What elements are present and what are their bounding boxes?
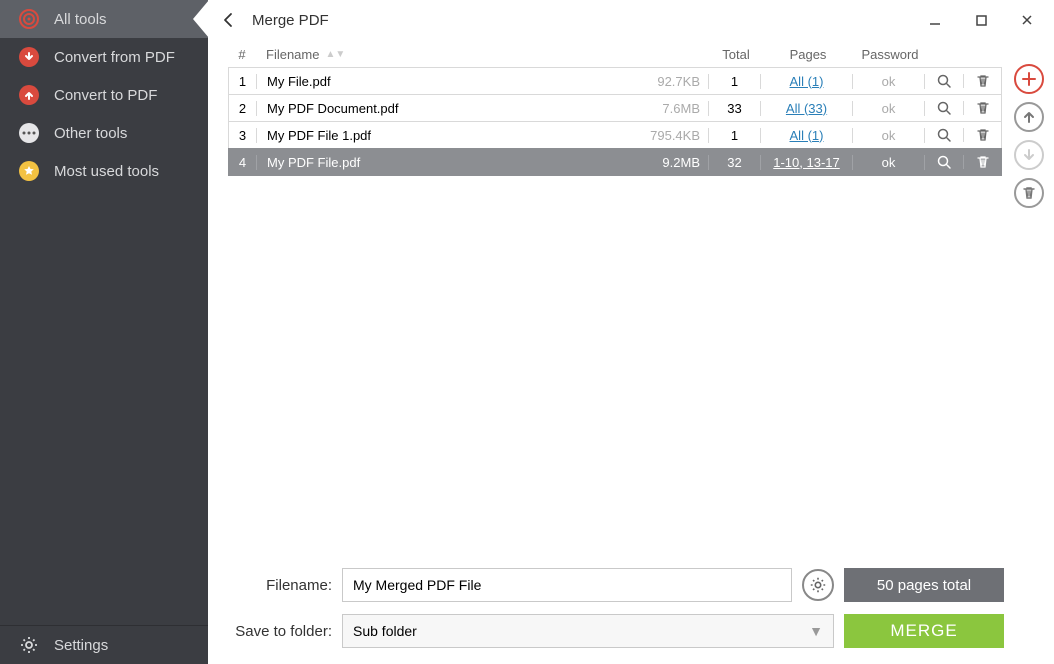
row-filename: My PDF File.pdf bbox=[257, 155, 639, 170]
col-header-num[interactable]: # bbox=[228, 47, 256, 62]
back-button[interactable] bbox=[212, 11, 246, 29]
row-total: 1 bbox=[709, 128, 761, 143]
delete-row-button[interactable] bbox=[963, 74, 1001, 88]
arrow-up-circle-icon bbox=[18, 84, 40, 106]
table-row[interactable]: 1My File.pdf92.7KB1All (1)ok bbox=[228, 67, 1002, 95]
sidebar-item-label: Most used tools bbox=[54, 163, 159, 180]
page-title: Merge PDF bbox=[252, 12, 329, 29]
dots-icon bbox=[18, 122, 40, 144]
table-row[interactable]: 3My PDF File 1.pdf795.4KB1All (1)ok bbox=[228, 121, 1002, 149]
star-icon bbox=[18, 160, 40, 182]
row-size: 795.4KB bbox=[639, 128, 709, 143]
row-number: 2 bbox=[229, 101, 257, 116]
sidebar: All tools Convert from PDF Convert to PD… bbox=[0, 0, 208, 664]
delete-row-button[interactable] bbox=[963, 155, 1001, 169]
sidebar-item-convert-to-pdf[interactable]: Convert to PDF bbox=[0, 76, 208, 114]
window-minimize-button[interactable] bbox=[912, 0, 958, 40]
sidebar-item-all-tools[interactable]: All tools bbox=[0, 0, 208, 38]
sidebar-item-other-tools[interactable]: Other tools bbox=[0, 114, 208, 152]
delete-row-button[interactable] bbox=[963, 101, 1001, 115]
target-icon bbox=[18, 8, 40, 30]
row-total: 1 bbox=[709, 74, 761, 89]
preview-button[interactable] bbox=[925, 101, 963, 116]
save-folder-select[interactable]: Sub folder ▼ bbox=[342, 614, 834, 648]
window-maximize-button[interactable] bbox=[958, 0, 1004, 40]
add-file-button[interactable] bbox=[1014, 64, 1044, 94]
remove-all-button[interactable] bbox=[1014, 178, 1044, 208]
sidebar-item-label: All tools bbox=[54, 11, 107, 28]
row-pages[interactable]: All (33) bbox=[761, 101, 853, 116]
row-password: ok bbox=[853, 74, 925, 89]
row-pages[interactable]: All (1) bbox=[761, 74, 853, 89]
pages-total-badge: 50 pages total bbox=[844, 568, 1004, 602]
row-password: ok bbox=[853, 101, 925, 116]
row-password: ok bbox=[853, 128, 925, 143]
sidebar-item-most-used-tools[interactable]: Most used tools bbox=[0, 152, 208, 190]
arrow-down-circle-icon bbox=[18, 46, 40, 68]
titlebar: Merge PDF bbox=[208, 0, 1054, 40]
row-total: 33 bbox=[709, 101, 761, 116]
table-row[interactable]: 4My PDF File.pdf9.2MB321-10, 13-17ok bbox=[228, 148, 1002, 176]
col-header-pages[interactable]: Pages bbox=[762, 47, 854, 62]
move-down-button[interactable] bbox=[1014, 140, 1044, 170]
col-header-password[interactable]: Password bbox=[854, 47, 926, 62]
col-header-total[interactable]: Total bbox=[710, 47, 762, 62]
filename-label: Filename: bbox=[228, 577, 332, 594]
delete-row-button[interactable] bbox=[963, 128, 1001, 142]
file-table: # Filename▲▼ Total Pages Password 1My Fi… bbox=[228, 40, 1002, 556]
col-header-filename[interactable]: Filename▲▼ bbox=[256, 47, 640, 62]
sidebar-item-convert-from-pdf[interactable]: Convert from PDF bbox=[0, 38, 208, 76]
table-row[interactable]: 2My PDF Document.pdf7.6MB33All (33)ok bbox=[228, 94, 1002, 122]
row-number: 4 bbox=[229, 155, 257, 170]
table-header: # Filename▲▼ Total Pages Password bbox=[228, 40, 1002, 68]
row-filename: My PDF File 1.pdf bbox=[257, 128, 639, 143]
main-panel: Merge PDF # Filename▲▼ Total Pages Passw… bbox=[208, 0, 1054, 664]
sort-icon: ▲▼ bbox=[325, 49, 345, 60]
preview-button[interactable] bbox=[925, 74, 963, 89]
window-close-button[interactable] bbox=[1004, 0, 1050, 40]
sidebar-item-label: Settings bbox=[54, 637, 108, 654]
bottom-form: Filename: 50 pages total Save to folder:… bbox=[208, 556, 1054, 664]
row-pages[interactable]: 1-10, 13-17 bbox=[761, 155, 853, 170]
sidebar-item-label: Convert to PDF bbox=[54, 87, 157, 104]
gear-icon bbox=[18, 634, 40, 656]
row-size: 92.7KB bbox=[639, 74, 709, 89]
row-number: 3 bbox=[229, 128, 257, 143]
row-filename: My PDF Document.pdf bbox=[257, 101, 639, 116]
filename-input[interactable] bbox=[342, 568, 792, 602]
preview-button[interactable] bbox=[925, 128, 963, 143]
sidebar-item-settings[interactable]: Settings bbox=[0, 626, 208, 664]
row-password: ok bbox=[853, 155, 925, 170]
folder-label: Save to folder: bbox=[228, 623, 332, 640]
row-size: 9.2MB bbox=[639, 155, 709, 170]
row-number: 1 bbox=[229, 74, 257, 89]
row-filename: My File.pdf bbox=[257, 74, 639, 89]
sidebar-item-label: Convert from PDF bbox=[54, 49, 175, 66]
row-pages[interactable]: All (1) bbox=[761, 128, 853, 143]
settings-button[interactable] bbox=[802, 569, 834, 601]
row-total: 32 bbox=[709, 155, 761, 170]
row-size: 7.6MB bbox=[639, 101, 709, 116]
sidebar-item-label: Other tools bbox=[54, 125, 127, 142]
chevron-down-icon: ▼ bbox=[809, 623, 823, 639]
side-actions bbox=[1010, 40, 1048, 556]
move-up-button[interactable] bbox=[1014, 102, 1044, 132]
merge-button[interactable]: MERGE bbox=[844, 614, 1004, 648]
preview-button[interactable] bbox=[925, 155, 963, 170]
